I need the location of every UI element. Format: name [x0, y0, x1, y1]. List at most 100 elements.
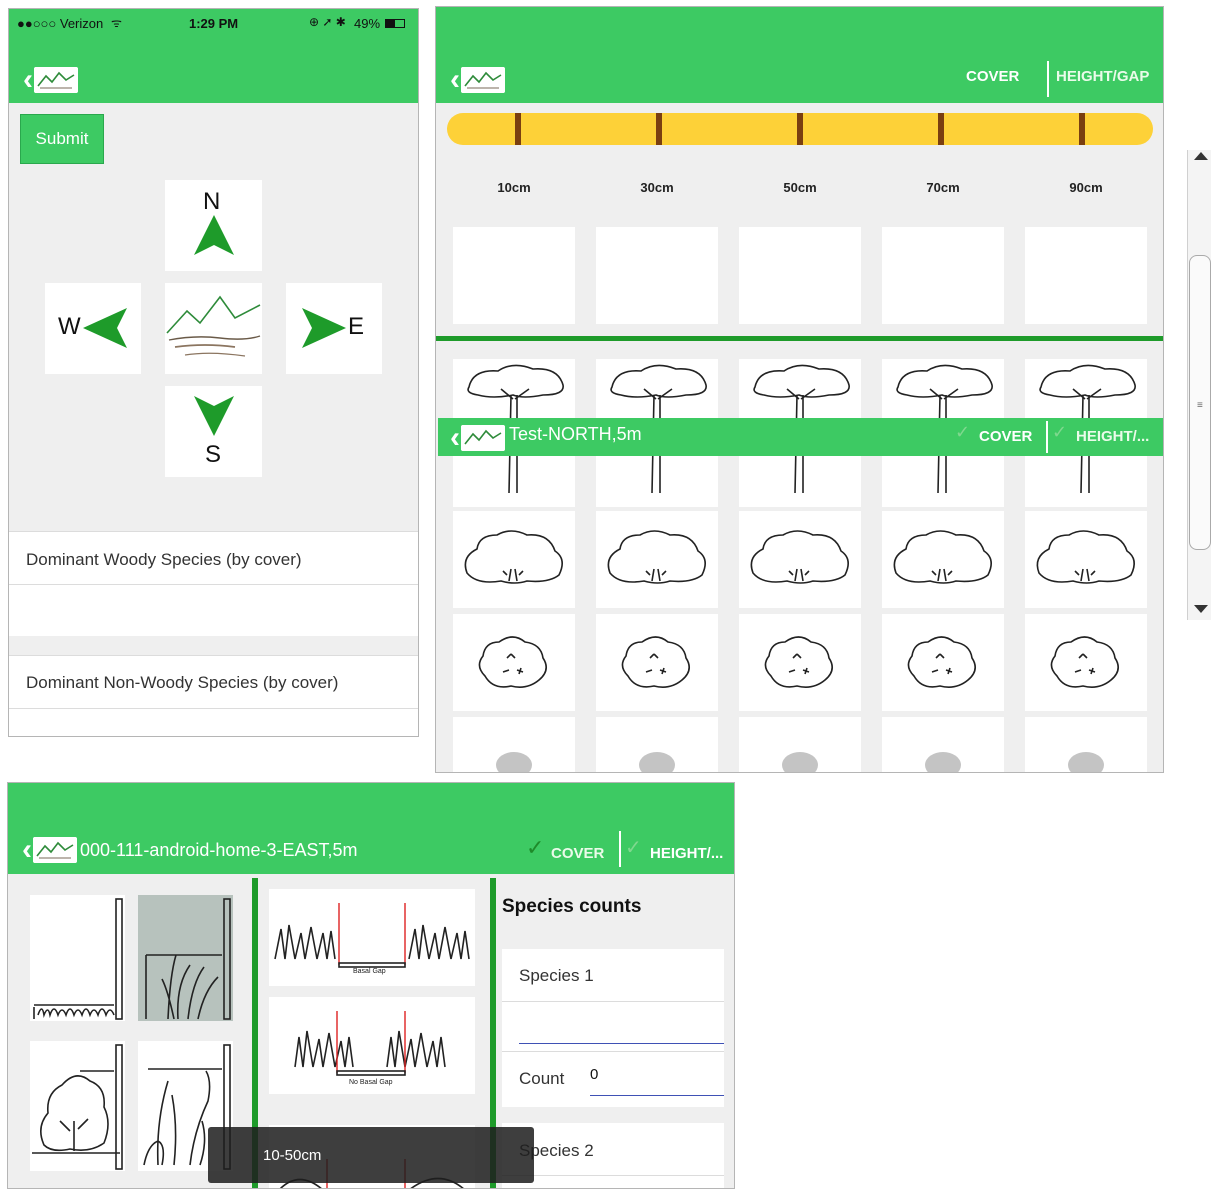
subshrub-tile[interactable] — [596, 614, 718, 711]
species-counts-heading: Species counts — [502, 896, 642, 917]
carrier: ●●○○○ Verizon — [17, 16, 104, 31]
height-grass-tile[interactable] — [30, 895, 125, 1021]
ruler-tick — [797, 113, 803, 145]
app-logo-icon — [461, 67, 505, 93]
empty-slot-tile[interactable] — [882, 227, 1004, 324]
ruler-label-70cm: 70cm — [926, 180, 960, 195]
count-input[interactable]: 0 — [590, 1061, 724, 1096]
rock-tile[interactable] — [739, 717, 861, 772]
ruler-label-30cm: 30cm — [640, 180, 674, 195]
back-button[interactable]: ‹ — [23, 65, 78, 95]
subshrub-tile[interactable] — [739, 614, 861, 711]
section-divider — [436, 336, 1163, 341]
basal-gap-tile[interactable]: Basal Gap — [269, 889, 475, 986]
shrub-tile[interactable] — [1025, 511, 1147, 608]
rock-icon — [496, 752, 532, 772]
species-2-card: Species 2 — [502, 1123, 724, 1188]
compass-west-label: W — [58, 313, 81, 340]
status-bar: ●●○○○ Verizon ᯤ 1:29 PM ⊕ ➚ ✱ 49% — [9, 9, 418, 39]
no-basal-gap-label: No Basal Gap — [349, 1079, 393, 1086]
submit-button[interactable]: Submit — [20, 114, 104, 164]
landscape-center-tile — [165, 283, 262, 374]
rock-tile[interactable] — [1025, 717, 1147, 772]
tab-height-gap[interactable]: HEIGHT/GAP — [1056, 68, 1149, 85]
grip-icon: ≡ — [1197, 400, 1203, 411]
arrow-left-icon — [83, 308, 127, 348]
arrow-down-icon — [194, 396, 234, 436]
checkmark-icon: ✓ — [526, 835, 545, 860]
app-header: ‹ — [9, 39, 418, 103]
height-shrub-tile[interactable] — [30, 1041, 125, 1171]
subshrub-tile[interactable] — [453, 614, 575, 711]
tab-height-gap[interactable]: HEIGHT/... — [650, 845, 723, 862]
checkmark-icon: ✓ — [1052, 422, 1068, 442]
bluetooth-icon: ⊕ ➚ ✱ — [309, 15, 346, 29]
back-button[interactable]: ‹ — [450, 423, 505, 453]
tab-cover[interactable]: COVER — [551, 845, 604, 862]
height-tall-grass-tile[interactable] — [138, 895, 233, 1021]
shrub-tile[interactable] — [596, 511, 718, 608]
shrub-icon — [464, 530, 563, 584]
tablet-height-gap-screen: ‹ 000-111-android-home-3-EAST,5m ✓ COVER… — [7, 782, 735, 1189]
chevron-left-icon: ‹ — [450, 421, 460, 454]
tab-divider — [619, 831, 621, 867]
checkmark-icon: ✓ — [955, 422, 971, 442]
tab-height-gap[interactable]: HEIGHT/... — [1076, 428, 1149, 445]
ruler-label-90cm: 90cm — [1069, 180, 1103, 195]
shrub-icon — [893, 530, 992, 584]
shrub-icon — [750, 530, 849, 584]
woody-species-section[interactable]: Dominant Woody Species (by cover) — [9, 531, 418, 636]
ruler-label-50cm: 50cm — [783, 180, 817, 195]
app-header: ‹ 000-111-android-home-3-EAST,5m ✓ COVER… — [8, 783, 734, 874]
rock-icon — [925, 752, 961, 772]
scrollbar[interactable]: ≡ — [1187, 150, 1211, 620]
ruler-tick — [1079, 113, 1085, 145]
compass-east-button[interactable]: E — [286, 283, 382, 374]
app-logo-icon — [34, 67, 78, 93]
subshrub-tile[interactable] — [1025, 614, 1147, 711]
scroll-up-icon[interactable] — [1194, 152, 1208, 160]
tab-cover[interactable]: COVER — [966, 68, 1019, 85]
tablet-cover-screen: ‹ COVER HEIGHT/GAP 10cm 30cm 50cm 70cm 9… — [435, 6, 1164, 773]
scrollbar-thumb[interactable]: ≡ — [1189, 255, 1211, 550]
ruler-label-10cm: 10cm — [497, 180, 531, 195]
subshrub-icon — [621, 636, 690, 688]
shrub-tile[interactable] — [739, 511, 861, 608]
tab-cover[interactable]: COVER — [979, 428, 1032, 445]
shrub-tile[interactable] — [882, 511, 1004, 608]
no-basal-gap-tile[interactable]: No Basal Gap — [269, 997, 475, 1094]
count-label: Count — [519, 1069, 565, 1088]
tab-divider — [1047, 61, 1049, 97]
shrub-icon — [1036, 530, 1135, 584]
rock-tile[interactable] — [882, 717, 1004, 772]
subshrub-icon — [907, 636, 976, 688]
subshrub-icon — [478, 636, 547, 688]
shrub-tile[interactable] — [453, 511, 575, 608]
tall-grass-height-icon — [145, 898, 231, 1020]
rock-tile[interactable] — [453, 717, 575, 772]
woody-species-label: Dominant Woody Species (by cover) — [26, 550, 302, 569]
scroll-down-icon[interactable] — [1194, 605, 1208, 613]
rock-tile[interactable] — [596, 717, 718, 772]
arrow-right-icon — [302, 308, 346, 348]
compass-west-button[interactable]: W — [45, 283, 141, 374]
chevron-left-icon: ‹ — [23, 63, 33, 96]
compass-north-button[interactable]: N — [165, 180, 262, 271]
back-button[interactable]: ‹ — [22, 835, 77, 865]
non-woody-species-section[interactable]: Dominant Non-Woody Species (by cover) — [9, 655, 418, 736]
compass-south-button[interactable]: S — [165, 386, 262, 477]
clock: 1:29 PM — [189, 16, 239, 31]
subshrub-tile[interactable] — [882, 614, 1004, 711]
chevron-left-icon: ‹ — [22, 833, 32, 866]
phone-screen: ●●○○○ Verizon ᯤ 1:29 PM ⊕ ➚ ✱ 49% ‹ Subm… — [8, 8, 419, 737]
app-logo-icon — [33, 837, 77, 863]
empty-slot-tile[interactable] — [596, 227, 718, 324]
back-button[interactable]: ‹ — [450, 65, 505, 95]
subshrub-icon — [764, 636, 833, 688]
empty-slot-tile[interactable] — [739, 227, 861, 324]
empty-slot-tile[interactable] — [1025, 227, 1147, 324]
checkmark-icon: ✓ — [625, 837, 642, 859]
chevron-left-icon: ‹ — [450, 63, 460, 96]
species-1-input[interactable] — [519, 1011, 724, 1044]
empty-slot-tile[interactable] — [453, 227, 575, 324]
